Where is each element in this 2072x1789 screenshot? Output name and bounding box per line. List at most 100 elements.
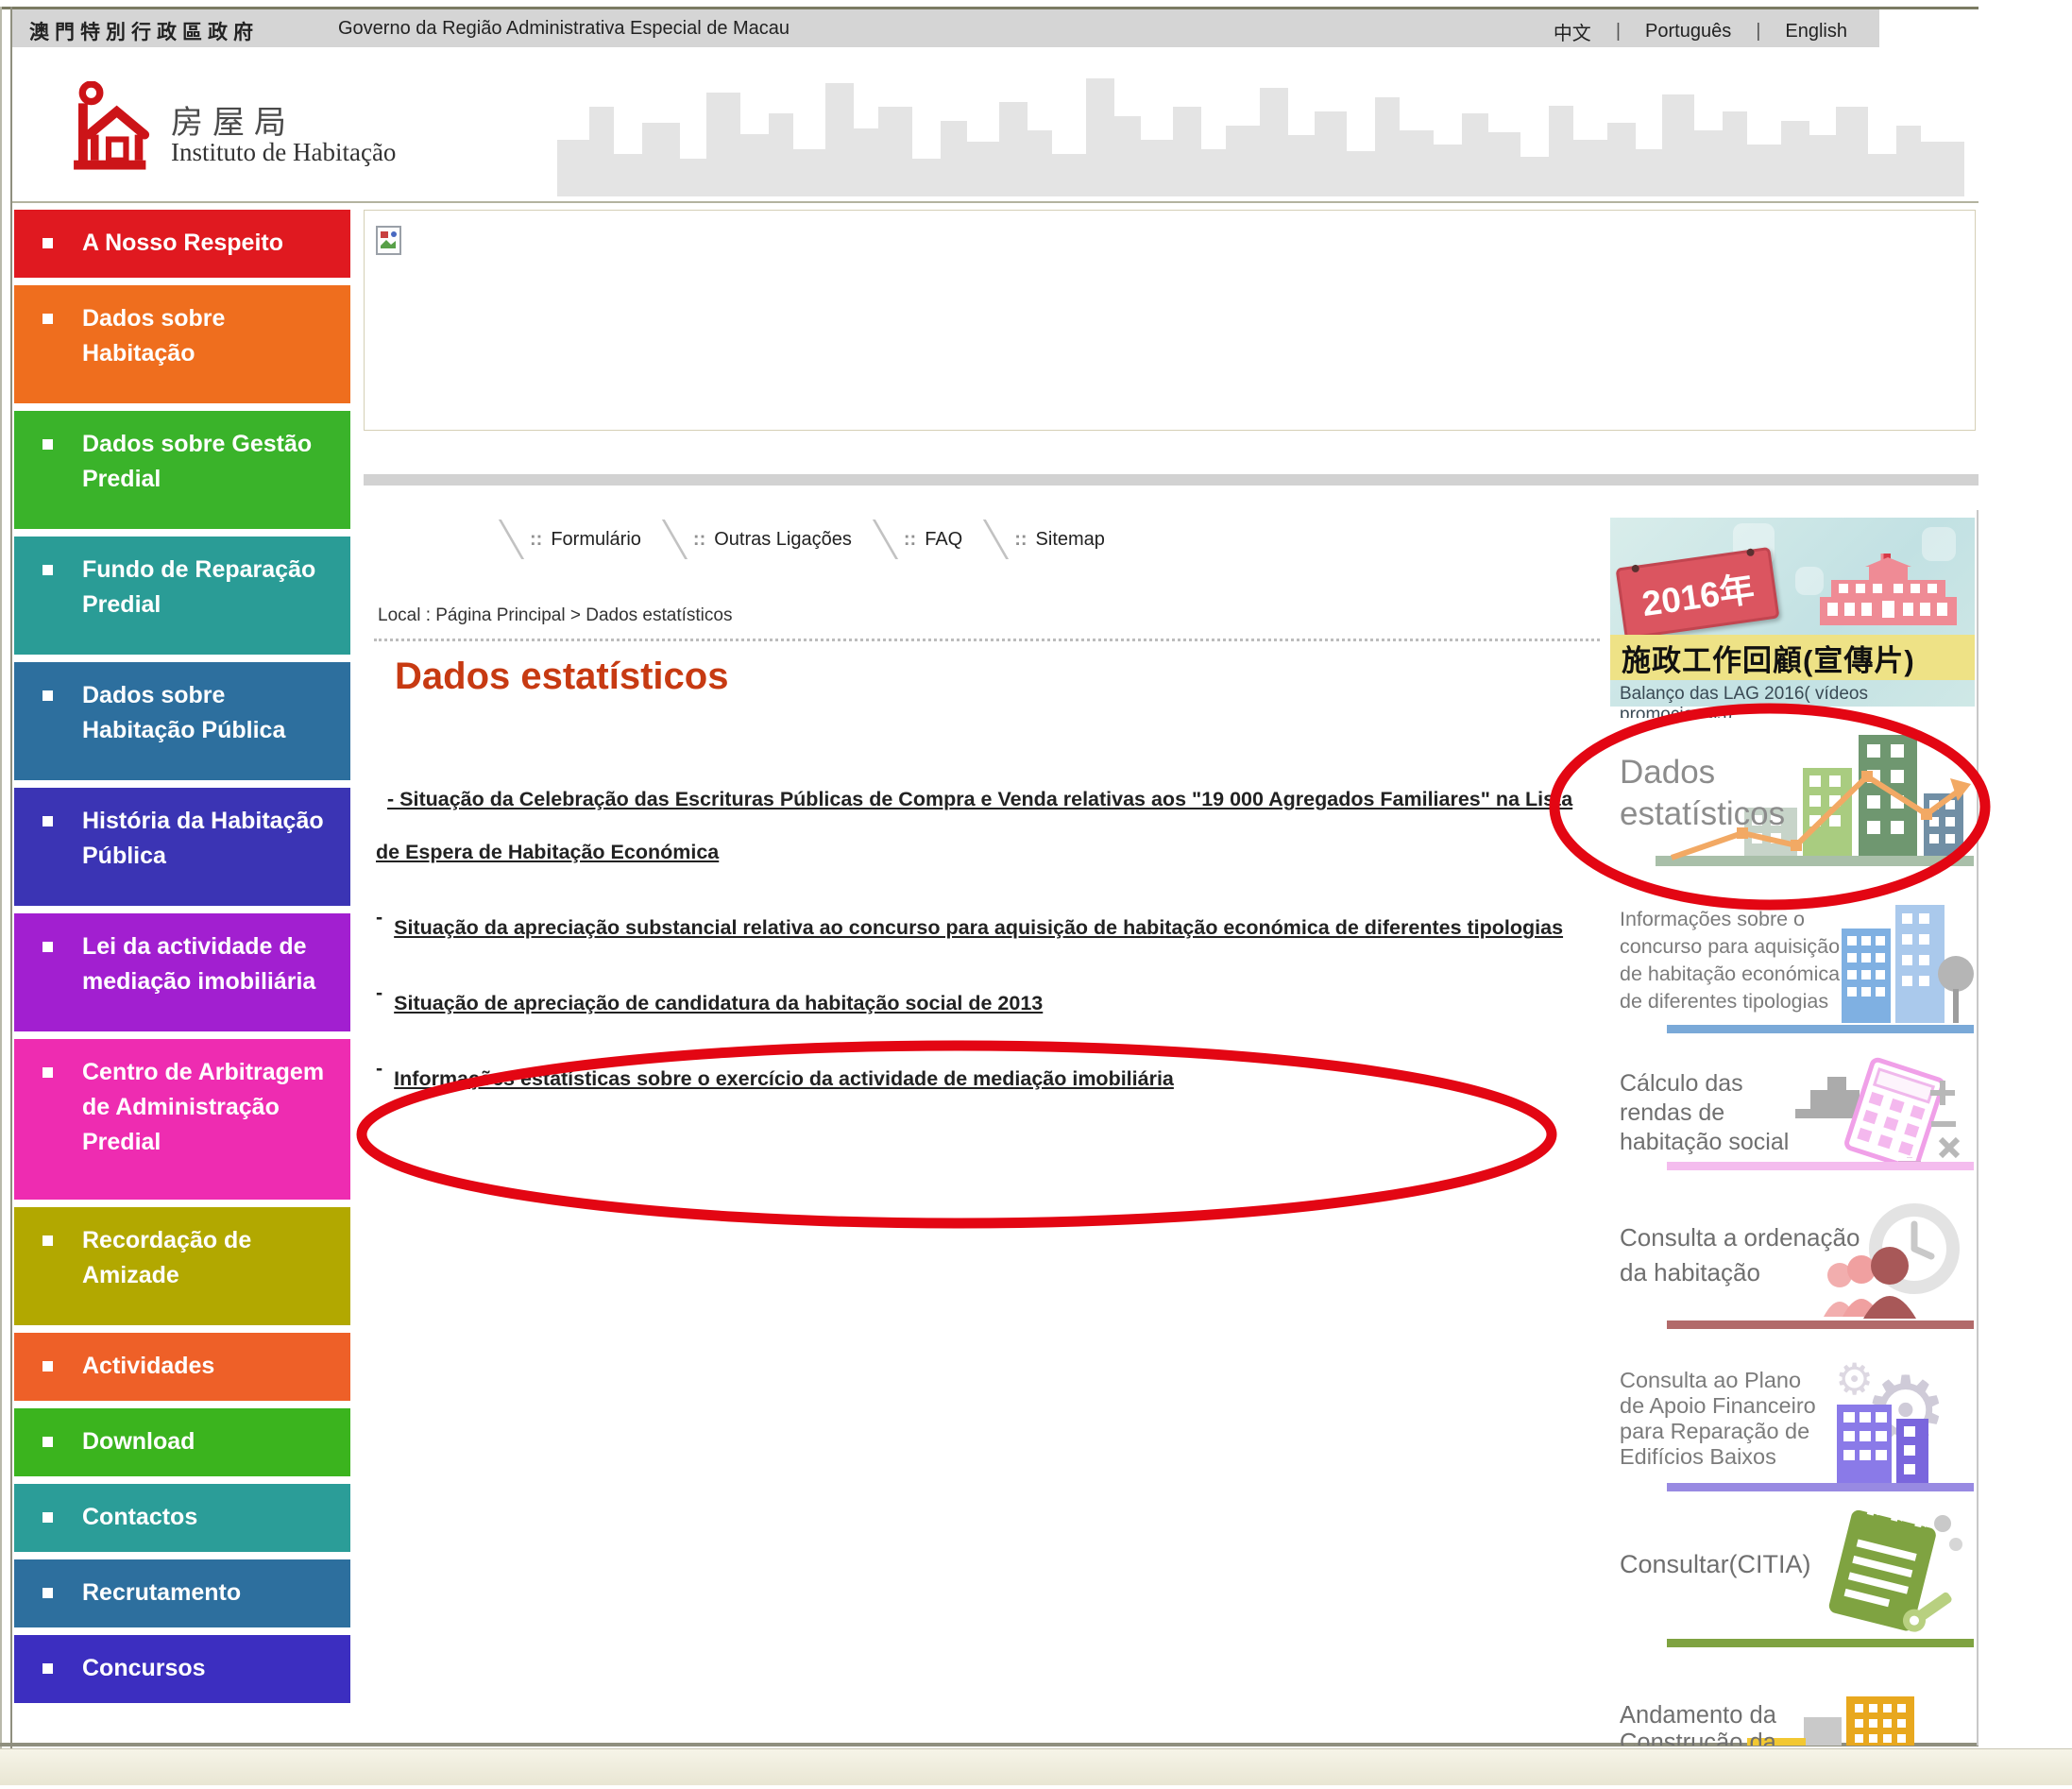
sidebar-item-label: Dados sobre Gestão Predial [82, 431, 312, 492]
language-separator: | [1616, 21, 1621, 43]
sidebar-item-contactos[interactable]: Contactos [14, 1484, 350, 1552]
link-escrituras-publicas[interactable]: - Situação da Celebração das Escrituras … [376, 788, 1572, 863]
tab-faq[interactable]: :: FAQ [884, 520, 962, 559]
sidebar-item-label: Recrutamento [82, 1579, 241, 1606]
bullet-square-icon [42, 1361, 53, 1372]
sidebar-item-centro-arbitragem[interactable]: Centro de Arbitragem de Administração Pr… [14, 1039, 350, 1200]
bullet-square-icon [42, 1512, 53, 1523]
lag-title-zh: 施政工作回顧(宣傳片) [1622, 637, 1915, 679]
banner-calculo-rendas[interactable]: Cálculo das rendas de habitação social [1610, 1056, 1975, 1174]
sidebar-item-label: Contactos [82, 1504, 197, 1530]
link-dash-bullet: - [376, 966, 382, 1019]
sidebar-item-label: Dados sobre Habitação [82, 305, 225, 366]
banner-label: Dados estatísticos [1620, 752, 1785, 835]
banner-plano-apoio-financeiro[interactable]: ⚙ ⚙ Consulta ao Plano de Apoio Financeir… [1610, 1353, 1975, 1494]
content-top-box [364, 210, 1976, 431]
sidebar-item-recordacao-amizade[interactable]: Recordação de Amizade [14, 1207, 350, 1325]
breadcrumb[interactable]: Local : Página Principal > Dados estatís… [378, 605, 732, 626]
bullet-square-icon [42, 439, 53, 450]
year-2016-sign: 2016年 [1616, 547, 1780, 639]
tab-dots-icon: :: [1014, 529, 1027, 551]
tab-faq-label[interactable]: FAQ [925, 529, 962, 551]
banner-consultar-citia[interactable]: Consultar(CITIA) [1610, 1497, 1975, 1648]
tab-separator-slash-icon [662, 520, 688, 559]
site-header: 房屋局 Instituto de Habitação [12, 47, 1979, 203]
list-item: -Informações estatísticas sobre o exercí… [376, 1052, 1577, 1105]
link-dash-bullet: - [376, 1042, 382, 1095]
statistics-link-list: - Situação da Celebração das Escrituras … [376, 773, 1577, 1128]
tab-formulario[interactable]: :: Formulário [510, 520, 641, 559]
bullet-square-icon [42, 1067, 53, 1078]
sidebar-item-fundo-reparacao-predial[interactable]: Fundo de Reparação Predial [14, 537, 350, 655]
sidebar-item-lei-mediacao-imobiliaria[interactable]: Lei da actividade de mediação imobiliári… [14, 913, 350, 1031]
gov-title-pt: Governo da Região Administrativa Especia… [338, 18, 790, 40]
banner-andamento-construcao[interactable]: Andamento da Construção da [1610, 1691, 1975, 1746]
broken-image-icon [376, 226, 401, 260]
sidebar-item-historia-habitacao-publica[interactable]: História da Habitação Pública [14, 788, 350, 906]
logo-title-pt: Instituto de Habitação [171, 138, 396, 167]
sidebar-item-dados-sobre-habitacao[interactable]: Dados sobre Habitação [14, 285, 350, 403]
sidebar-item-label: Fundo de Reparação Predial [82, 556, 315, 618]
bullet-square-icon [42, 565, 53, 575]
banner-concurso-habitacao[interactable]: Informações sobre o concurso para aquisi… [1610, 902, 1975, 1039]
banner-label: Informações sobre o concurso para aquisi… [1620, 906, 1840, 1015]
browser-viewport: 澳門特別行政區政府 Governo da Região Administrati… [0, 0, 2072, 1789]
banner-label: Consulta a ordenação da habitação [1620, 1220, 1860, 1290]
banner-lag-2016[interactable]: 2016年 施政工作回顧(宣傳片) B [1610, 518, 1975, 707]
government-top-bar: 澳門特別行政區政府 Governo da Região Administrati… [12, 9, 1879, 48]
horizontal-scrollbar-track[interactable] [0, 1748, 2072, 1785]
banner-label: Cálculo das rendas de habitação social [1620, 1069, 1789, 1157]
page-title: Dados estatísticos [395, 656, 728, 698]
banner-label: Andamento da Construção da [1620, 1702, 1776, 1746]
link-mediacao-imobiliaria[interactable]: Informações estatísticas sobre o exercíc… [394, 1067, 1174, 1090]
city-skyline-banner [557, 66, 1964, 201]
gov-title-zh: 澳門特別行政區政府 [29, 17, 259, 45]
language-link-zh[interactable]: 中文 [1554, 18, 1591, 45]
language-separator: | [1756, 21, 1760, 43]
tab-dots-icon: :: [530, 529, 542, 551]
list-item: -Situação da apreciação substancial rela… [376, 901, 1577, 954]
lag-title-band: 施政工作回顧(宣傳片) [1610, 635, 1975, 680]
sidebar-item-label: Dados sobre Habitação Pública [82, 682, 285, 743]
sidebar-item-recrutamento[interactable]: Recrutamento [14, 1559, 350, 1627]
bullet-square-icon [42, 1588, 53, 1598]
banner-label: Consultar(CITIA) [1620, 1550, 1811, 1579]
link-apreciacao-substancial[interactable]: Situação da apreciação substancial relat… [394, 916, 1563, 939]
bullet-square-icon [42, 1437, 53, 1447]
secondary-nav-tabs: :: Formulário :: Outras Ligações :: FAQ … [510, 519, 1137, 560]
tab-sitemap-label[interactable]: Sitemap [1036, 529, 1105, 551]
list-item: - Situação da Celebração das Escrituras … [376, 773, 1577, 878]
housing-bureau-logo-icon[interactable] [67, 81, 150, 177]
sidebar-item-dados-gestao-predial[interactable]: Dados sobre Gestão Predial [14, 411, 350, 529]
bullet-square-icon [42, 238, 53, 248]
language-link-pt[interactable]: Português [1645, 21, 1731, 43]
sidebar-item-actividades[interactable]: Actividades [14, 1333, 350, 1401]
window-frame-left-inner [10, 7, 12, 1748]
rail-right-border [1977, 510, 1979, 1746]
content-divider-bar [364, 474, 1979, 486]
tab-formulario-label[interactable]: Formulário [551, 529, 641, 551]
language-link-en[interactable]: English [1785, 21, 1847, 43]
sidebar-item-a-nosso-respeito[interactable]: A Nosso Respeito [14, 210, 350, 278]
sidebar-item-label: Centro de Arbitragem de Administração Pr… [82, 1059, 324, 1155]
sidebar-item-download[interactable]: Download [14, 1408, 350, 1476]
tab-outras-ligacoes-label[interactable]: Outras Ligações [714, 529, 852, 551]
banner-dados-estatisticos[interactable]: Dados estatísticos [1610, 718, 1975, 880]
sidebar-item-dados-habitacao-publica[interactable]: Dados sobre Habitação Pública [14, 662, 350, 780]
banner-ordenacao-habitacao[interactable]: Consulta a ordenação da habitação [1610, 1200, 1975, 1332]
link-habitacao-social-2013[interactable]: Situação de apreciação de candidatura da… [394, 992, 1043, 1014]
sidebar-item-label: Actividades [82, 1353, 214, 1379]
palace-illustration-icon [1820, 552, 1962, 632]
logo-title-zh: 房屋局 [171, 96, 296, 143]
tab-sitemap[interactable]: :: Sitemap [994, 520, 1105, 559]
year-2016-label: 2016年 [1639, 570, 1757, 623]
tab-outras-ligacoes[interactable]: :: Outras Ligações [673, 520, 852, 559]
nail-dot-icon [1631, 564, 1639, 572]
dotted-separator [374, 639, 1600, 641]
nail-dot-icon [1746, 548, 1755, 556]
sidebar-item-concursos[interactable]: Concursos [14, 1635, 350, 1703]
window-frame-left [0, 7, 2, 1748]
sidebar-item-label: História da Habitação Pública [82, 808, 324, 869]
bullet-square-icon [42, 1235, 53, 1246]
sidebar-item-label: Lei da actividade de mediação imobiliári… [82, 933, 315, 995]
